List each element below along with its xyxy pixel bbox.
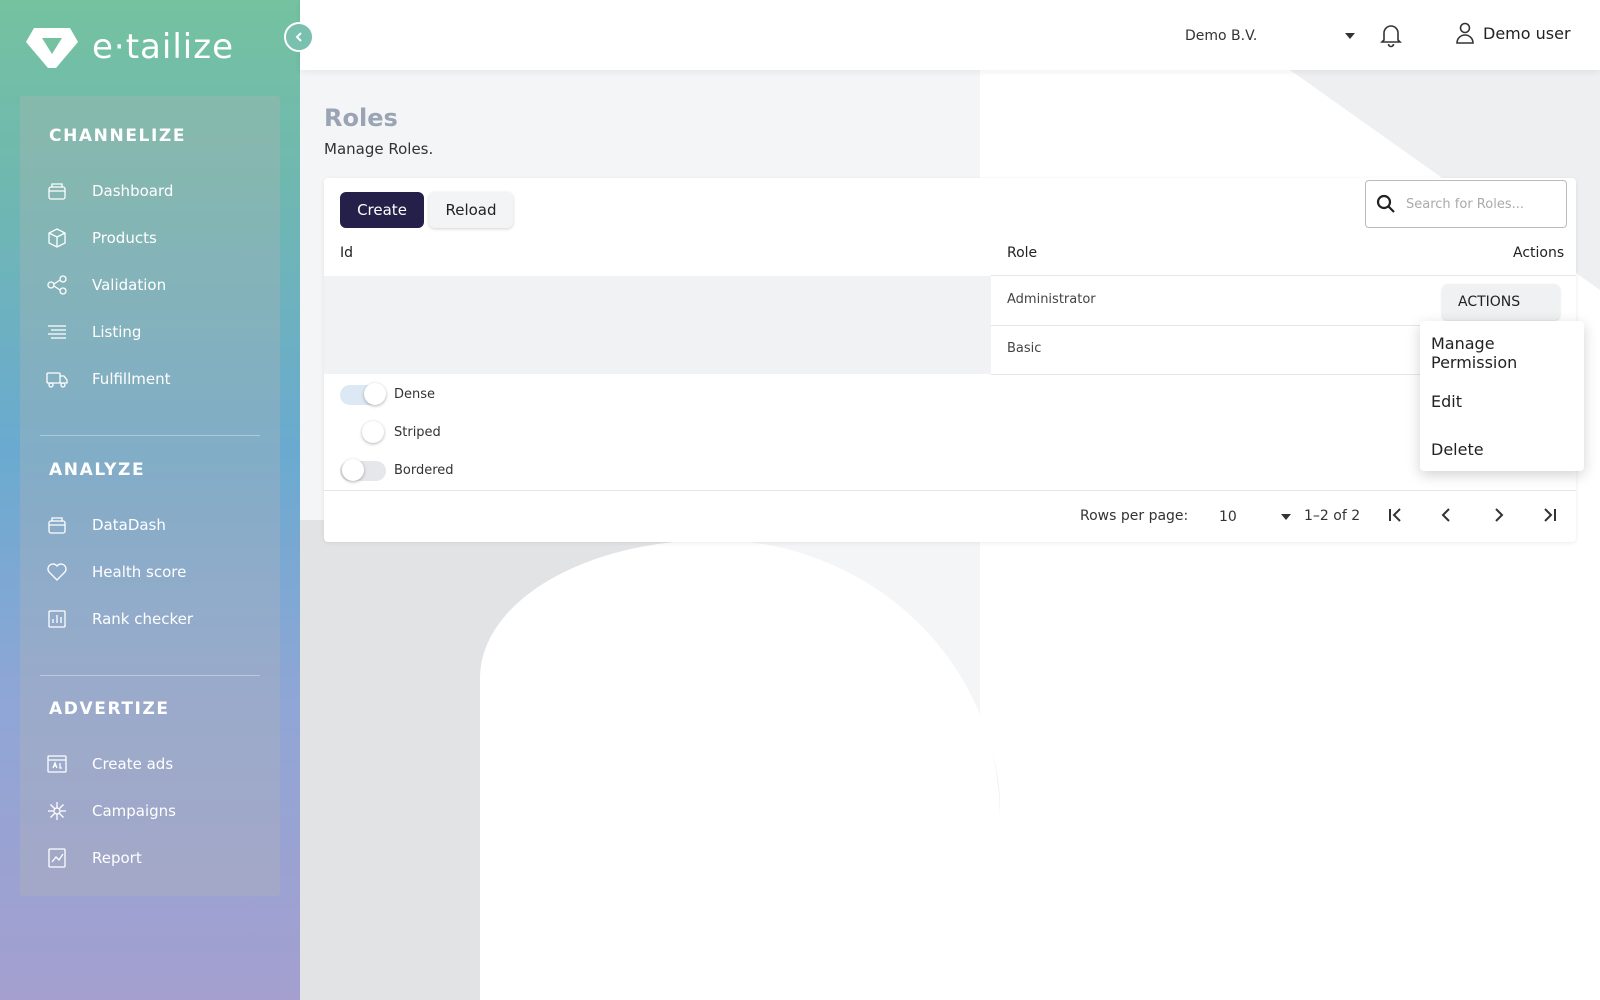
- bordered-toggle[interactable]: Bordered: [340, 458, 454, 482]
- background-blob: [480, 540, 1000, 1000]
- sidebar-item-label: DataDash: [92, 516, 166, 534]
- dashboard-icon: [48, 517, 66, 534]
- sidebar-item-rank-checker[interactable]: Rank checker: [46, 601, 266, 637]
- sidebar-item-label: Report: [92, 849, 142, 867]
- sidebar-item-fulfillment[interactable]: Fulfillment: [46, 361, 266, 397]
- create-button[interactable]: Create: [340, 192, 424, 228]
- user-menu[interactable]: Demo user: [1455, 22, 1571, 44]
- sidebar-item-validation[interactable]: Validation: [46, 267, 266, 303]
- bar-chart-icon: [48, 610, 66, 628]
- sidebar-item-label: Listing: [92, 323, 142, 341]
- search-input[interactable]: [1406, 196, 1556, 212]
- sidebar-item-datadash[interactable]: DataDash: [46, 507, 266, 543]
- network-icon: [48, 802, 66, 820]
- search-icon: [1376, 194, 1395, 213]
- nav-panel: CHANNELIZE Dashboard Products Validation…: [20, 96, 280, 896]
- pagination-range: 1–2 of 2: [1304, 508, 1361, 524]
- bordered-label: Bordered: [394, 462, 454, 478]
- pagination-divider: [324, 490, 1576, 491]
- menu-item-delete[interactable]: Delete: [1420, 425, 1584, 473]
- page-title: Roles: [324, 104, 398, 132]
- caret-down-icon: [1345, 33, 1355, 39]
- dense-switch[interactable]: [340, 382, 386, 406]
- company-select-value: Demo B.V.: [1185, 28, 1258, 44]
- nav-section-analyze: ANALYZE: [49, 460, 146, 480]
- sidebar-collapse-button[interactable]: [284, 22, 314, 52]
- striped-switch[interactable]: [340, 420, 386, 444]
- striped-label: Striped: [394, 424, 441, 440]
- sidebar-item-products[interactable]: Products: [46, 220, 266, 256]
- sidebar-item-label: Campaigns: [92, 802, 177, 820]
- sidebar-item-label: Dashboard: [92, 182, 174, 200]
- column-header-role[interactable]: Role: [1007, 245, 1037, 261]
- sidebar-item-label: Validation: [92, 276, 167, 294]
- report-icon: [48, 848, 66, 868]
- box-icon: [48, 228, 66, 248]
- nav-section-advertize: ADVERTIZE: [49, 699, 170, 719]
- user-icon: [1456, 22, 1474, 44]
- sidebar-item-label: Products: [92, 229, 157, 247]
- actions-button[interactable]: ACTIONS: [1442, 284, 1560, 320]
- caret-down-icon: [1281, 514, 1291, 520]
- rows-per-page-value: 10: [1219, 509, 1237, 525]
- user-name: Demo user: [1483, 23, 1571, 43]
- next-page-icon[interactable]: [1487, 504, 1509, 526]
- dense-label: Dense: [394, 386, 436, 402]
- company-select[interactable]: Demo B.V.: [1185, 24, 1355, 48]
- row-id-cell: [324, 276, 991, 325]
- sidebar-item-health-score[interactable]: Health score: [46, 554, 266, 590]
- sidebar-item-dashboard[interactable]: Dashboard: [46, 173, 266, 209]
- sidebar-item-label: Rank checker: [92, 610, 194, 628]
- share-icon: [47, 275, 67, 295]
- sidebar-item-listing[interactable]: Listing: [46, 314, 266, 350]
- sidebar-item-label: Health score: [92, 563, 187, 581]
- list-icon: [48, 325, 66, 339]
- sidebar-item-campaigns[interactable]: Campaigns: [46, 793, 266, 829]
- topbar: Demo B.V. Demo user: [300, 0, 1600, 70]
- bordered-switch[interactable]: [340, 458, 386, 482]
- nav-section-channelize: CHANNELIZE: [49, 126, 187, 146]
- brand-name: e·tailize: [92, 27, 234, 67]
- last-page-icon[interactable]: [1538, 504, 1560, 526]
- table-row[interactable]: Basic: [324, 325, 1576, 374]
- sidebar-item-label: Create ads: [92, 755, 174, 773]
- heart-icon: [47, 563, 67, 581]
- column-header-id[interactable]: Id: [340, 245, 353, 261]
- row-role-cell: Administrator: [1007, 292, 1096, 307]
- dashboard-icon: [48, 183, 66, 200]
- table-row[interactable]: Administrator: [324, 276, 1576, 325]
- logo-mark-icon: [26, 28, 78, 68]
- first-page-icon[interactable]: [1385, 504, 1407, 526]
- bell-icon[interactable]: [1378, 22, 1404, 48]
- column-header-actions: Actions: [1513, 245, 1565, 261]
- nav-divider: [40, 435, 260, 436]
- dense-toggle[interactable]: Dense: [340, 382, 435, 406]
- ad-icon: [47, 755, 67, 773]
- nav-divider: [40, 675, 260, 676]
- previous-page-icon[interactable]: [1436, 504, 1458, 526]
- search-box[interactable]: [1365, 180, 1567, 228]
- row-role-cell: Basic: [1007, 341, 1042, 356]
- chevron-left-icon: [295, 32, 302, 42]
- sidebar-item-label: Fulfillment: [92, 370, 171, 388]
- sidebar-item-report[interactable]: Report: [46, 840, 266, 876]
- rows-per-page-select[interactable]: 10: [1219, 506, 1291, 528]
- striped-toggle[interactable]: Striped: [340, 420, 441, 444]
- brand-logo[interactable]: e·tailize: [26, 24, 234, 70]
- rows-per-page-label: Rows per page:: [1080, 508, 1189, 524]
- roles-card: Create Reload Id Role Actions Administra…: [324, 178, 1576, 542]
- sidebar: e·tailize CHANNELIZE Dashboard Products …: [0, 0, 300, 1000]
- actions-menu: Manage Permission Edit Delete: [1420, 321, 1584, 471]
- page-subtitle: Manage Roles.: [324, 140, 434, 158]
- menu-item-manage-permission[interactable]: Manage Permission: [1420, 329, 1584, 377]
- sidebar-item-create-ads[interactable]: Create ads: [46, 746, 266, 782]
- truck-icon: [46, 372, 68, 388]
- row-id-cell: [324, 325, 991, 374]
- menu-item-edit[interactable]: Edit: [1420, 377, 1584, 425]
- reload-button[interactable]: Reload: [429, 192, 513, 228]
